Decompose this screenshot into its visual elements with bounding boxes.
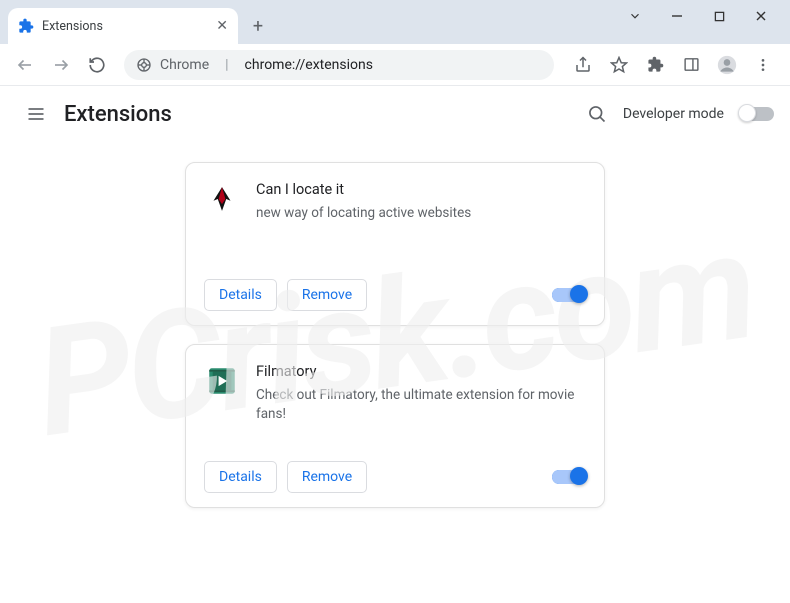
extension-card: Filmatory Check out Filmatory, the ultim… [185, 344, 605, 508]
address-bar[interactable]: Chrome | chrome://extensions [124, 50, 554, 80]
url-separator: | [225, 57, 228, 73]
details-button[interactable]: Details [204, 279, 277, 311]
developer-mode-label: Developer mode [623, 106, 724, 122]
window-controls [626, 0, 790, 44]
enable-extension-toggle[interactable] [552, 470, 586, 484]
puzzle-icon [18, 18, 34, 34]
extension-description: Check out Filmatory, the ultimate extens… [256, 386, 586, 424]
bookmark-star-icon[interactable] [608, 54, 630, 76]
developer-mode-toggle[interactable] [740, 107, 774, 121]
minimize-icon[interactable] [668, 10, 686, 22]
enable-extension-toggle[interactable] [552, 288, 586, 302]
hamburger-menu-icon[interactable] [16, 94, 56, 134]
new-tab-button[interactable]: + [244, 12, 272, 40]
extension-card: Can I locate it new way of locating acti… [185, 162, 605, 326]
details-button[interactable]: Details [204, 461, 277, 493]
extension-description: new way of locating active websites [256, 204, 586, 223]
url-path: chrome://extensions [245, 57, 373, 73]
extension-icon [204, 181, 240, 217]
remove-button[interactable]: Remove [287, 279, 367, 311]
extension-name: Can I locate it [256, 181, 586, 198]
close-tab-icon[interactable]: ✕ [216, 18, 228, 34]
reload-button[interactable] [82, 50, 112, 80]
extension-icon [204, 363, 240, 399]
extensions-puzzle-icon[interactable] [644, 54, 666, 76]
extensions-list: PCrisk.com Can I locate it new way of lo… [0, 142, 790, 528]
maximize-icon[interactable] [710, 11, 728, 22]
tab-title: Extensions [42, 19, 103, 34]
browser-toolbar: Chrome | chrome://extensions [0, 44, 790, 86]
close-window-icon[interactable] [752, 10, 770, 22]
back-button[interactable] [10, 50, 40, 80]
chevron-down-icon[interactable] [626, 9, 644, 23]
share-icon[interactable] [572, 54, 594, 76]
browser-tab[interactable]: Extensions ✕ [8, 8, 238, 44]
kebab-menu-icon[interactable] [752, 54, 774, 76]
search-icon[interactable] [587, 104, 607, 124]
site-info-icon[interactable] [136, 57, 152, 73]
window-titlebar: Extensions ✕ + [0, 0, 790, 44]
page-header: Extensions Developer mode [0, 86, 790, 142]
remove-button[interactable]: Remove [287, 461, 367, 493]
forward-button[interactable] [46, 50, 76, 80]
extension-name: Filmatory [256, 363, 586, 380]
profile-avatar-icon[interactable] [716, 54, 738, 76]
sidepanel-icon[interactable] [680, 54, 702, 76]
page-title: Extensions [64, 102, 172, 127]
url-scheme: Chrome [160, 57, 209, 73]
